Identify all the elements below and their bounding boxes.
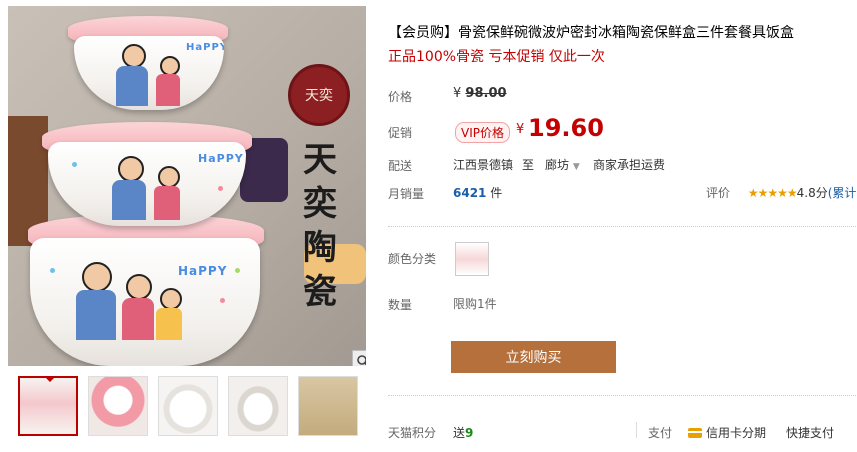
cartoon-face bbox=[122, 44, 146, 68]
price-label: 价格 bbox=[388, 90, 413, 104]
product-title[interactable]: 【会员购】骨瓷保鲜碗微波炉密封冰箱陶瓷保鲜盒三件套餐具饭盒 bbox=[388, 22, 794, 42]
thumbnail-strip bbox=[18, 376, 358, 436]
thumbnail-1[interactable] bbox=[18, 376, 78, 436]
cartoon-body bbox=[154, 186, 180, 220]
cartoon-body bbox=[156, 308, 182, 340]
bowl-happy-text: HaPPY bbox=[178, 264, 228, 278]
decor-dot bbox=[235, 268, 240, 273]
cartoon-face bbox=[126, 274, 152, 300]
rating-block[interactable]: 评价 ★★★★★4.8分(累计 bbox=[706, 184, 856, 201]
decor-dot bbox=[72, 162, 77, 167]
rating-more-link[interactable]: (累计 bbox=[828, 186, 857, 200]
star-rating-icon: ★★★★★ bbox=[747, 186, 798, 200]
chevron-down-icon: ▼ bbox=[572, 162, 580, 172]
section-divider bbox=[388, 395, 857, 396]
bowl-happy-text: HaPPY bbox=[186, 42, 224, 53]
product-subtitle: 正品100%骨瓷 亏本促销 仅此一次 bbox=[388, 49, 605, 65]
bowl-large: HaPPY bbox=[30, 238, 260, 366]
quantity-limit: 限购1件 bbox=[453, 297, 497, 311]
brand-vertical-text: 天奕陶瓷 bbox=[303, 140, 337, 312]
payment-label: 支付 bbox=[648, 426, 673, 440]
cartoon-face bbox=[118, 156, 144, 182]
ship-from: 江西景德镇 bbox=[453, 158, 514, 172]
cartoon-face bbox=[160, 56, 180, 76]
cartoon-body bbox=[122, 298, 154, 340]
cartoon-face bbox=[158, 166, 180, 188]
currency-symbol: ¥ bbox=[453, 86, 462, 101]
ship-to-selector[interactable]: 廊坊 ▼ bbox=[545, 156, 580, 173]
credit-card-text: 信用卡分期 bbox=[706, 426, 767, 440]
cartoon-body bbox=[76, 290, 116, 340]
original-price: ¥ 98.00 bbox=[453, 86, 507, 101]
promo-label: 促销 bbox=[388, 126, 413, 140]
brand-seal-text: 天奕 bbox=[305, 88, 333, 104]
thumbnail-4[interactable] bbox=[228, 376, 288, 436]
color-label: 颜色分类 bbox=[388, 252, 437, 266]
product-main-image[interactable]: HaPPY HaPPY HaPPY 天奕 天奕陶瓷 bbox=[8, 6, 366, 366]
points-number: 9 bbox=[465, 426, 474, 440]
promo-currency: ¥ bbox=[516, 122, 525, 137]
decor-dot bbox=[218, 186, 223, 191]
points-value: 送9 bbox=[453, 424, 473, 441]
promo-price: 19.60 bbox=[528, 114, 604, 142]
thumbnail-2[interactable] bbox=[88, 376, 148, 436]
zoom-icon[interactable] bbox=[352, 350, 366, 366]
cartoon-face bbox=[82, 262, 112, 292]
shipping-fee: 商家承担运费 bbox=[593, 158, 666, 172]
cartoon-body bbox=[112, 180, 146, 220]
section-divider bbox=[388, 226, 857, 227]
bowl-medium: HaPPY bbox=[48, 142, 246, 226]
credit-card-installment[interactable]: 信用卡分期 bbox=[688, 424, 766, 441]
monthly-sales: 6421 件 bbox=[453, 184, 502, 201]
points-label: 天猫积分 bbox=[388, 426, 437, 440]
thumbnail-3[interactable] bbox=[158, 376, 218, 436]
rating-label: 评价 bbox=[706, 186, 731, 200]
ship-to-word: 至 bbox=[522, 158, 535, 172]
buy-now-button[interactable]: 立刻购买 bbox=[451, 341, 616, 373]
magnifier-icon bbox=[357, 355, 366, 366]
quantity-label: 数量 bbox=[388, 298, 413, 312]
quick-pay[interactable]: 快捷支付 bbox=[786, 424, 834, 441]
color-option-swatch[interactable] bbox=[455, 242, 489, 276]
credit-card-icon bbox=[688, 428, 702, 438]
points-prefix: 送 bbox=[453, 426, 466, 440]
vertical-divider bbox=[636, 422, 637, 438]
original-price-value: 98.00 bbox=[465, 86, 507, 101]
rating-score: 4.8分 bbox=[796, 186, 828, 200]
decor-dot bbox=[220, 298, 225, 303]
sales-unit: 件 bbox=[490, 186, 503, 200]
shipping-label: 配送 bbox=[388, 159, 413, 173]
bowl-happy-text: HaPPY bbox=[198, 152, 244, 165]
bowl-small: HaPPY bbox=[74, 36, 224, 110]
cartoon-body bbox=[116, 66, 148, 106]
vip-price-badge: VIP价格 bbox=[455, 122, 510, 143]
ship-to-city: 廊坊 bbox=[545, 158, 570, 172]
cartoon-face bbox=[160, 288, 182, 310]
sales-count: 6421 bbox=[453, 186, 487, 200]
decor-dot bbox=[50, 268, 55, 273]
sales-label: 月销量 bbox=[388, 187, 425, 201]
brand-seal-logo: 天奕 bbox=[288, 64, 350, 126]
cartoon-body bbox=[156, 74, 180, 106]
thumbnail-5[interactable] bbox=[298, 376, 358, 436]
